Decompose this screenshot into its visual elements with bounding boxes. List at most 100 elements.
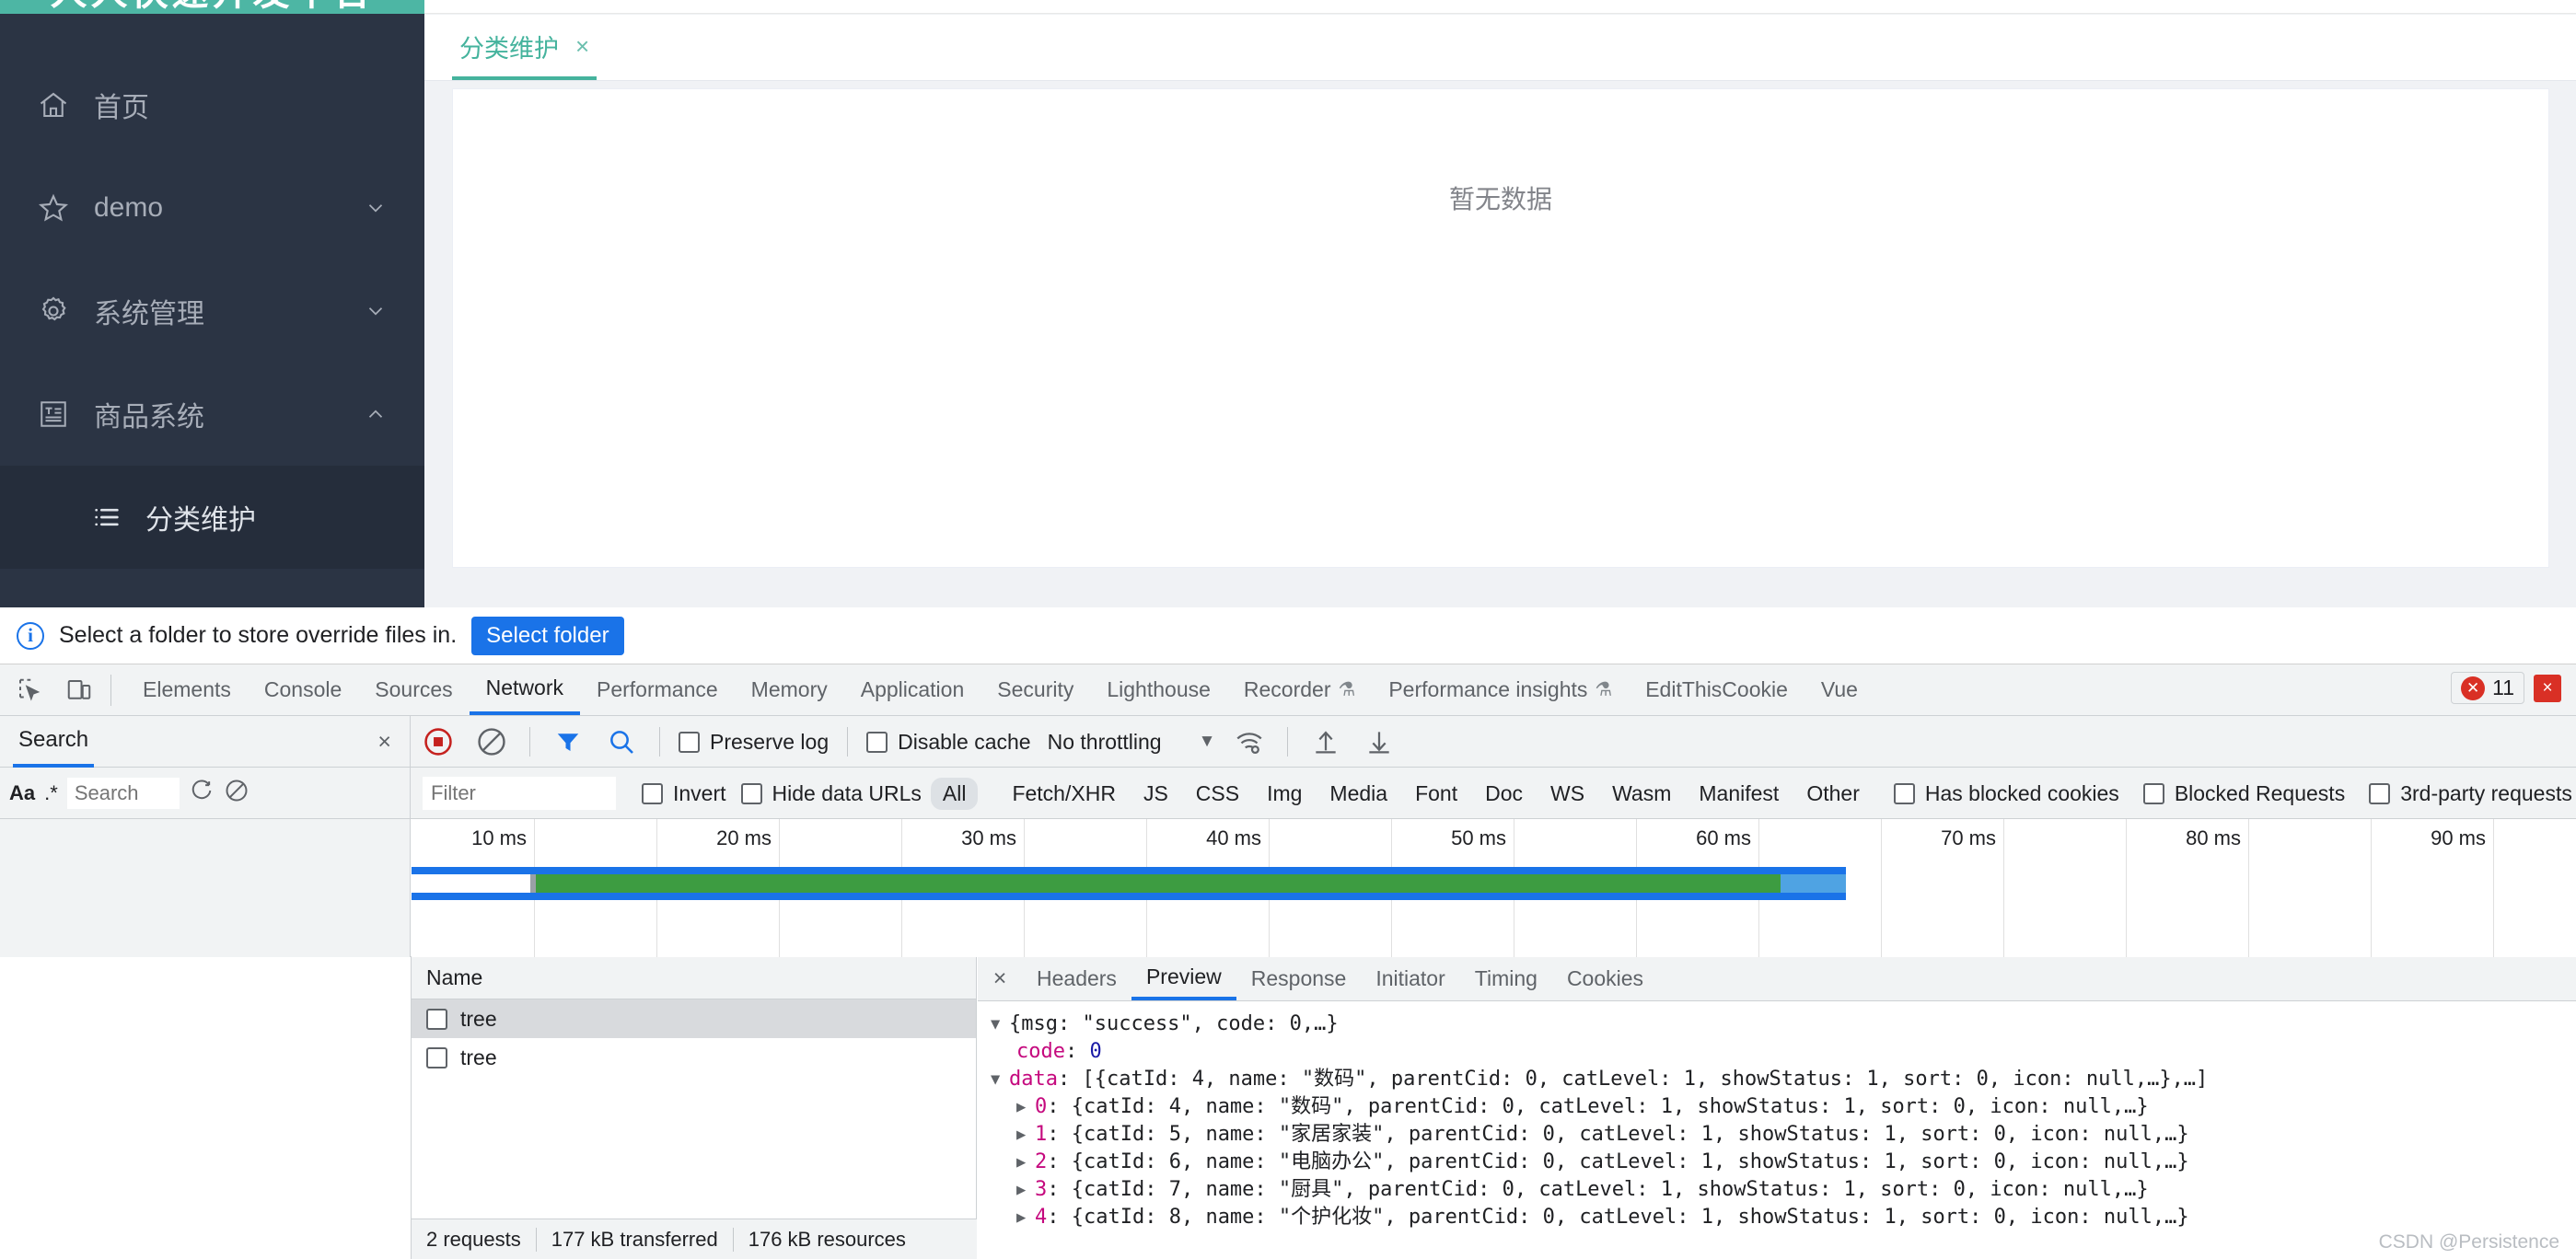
tab-memory[interactable]: Memory [735,664,844,715]
triangle-collapsed-icon[interactable]: ▶ [1016,1176,1035,1204]
tab-recorder[interactable]: Recorder ⚗ [1227,664,1372,715]
json-row-code[interactable]: code : 0 [991,1038,2576,1066]
json-row-item[interactable]: ▶ 4 : {catId: 8, name: "个护化妆", parentCid… [991,1204,2576,1231]
tab-timing[interactable]: Timing [1460,957,1552,1000]
sidebar-item-category-maintenance[interactable]: 分类维护 [0,466,424,569]
tab-console[interactable]: Console [248,664,358,715]
tab-sources[interactable]: Sources [358,664,469,715]
triangle-expanded-icon[interactable]: ▼ [991,1011,1009,1038]
tab-performance-insights[interactable]: Performance insights ⚗ [1372,664,1629,715]
chevron-up-icon [364,402,388,426]
triangle-collapsed-icon[interactable]: ▶ [1016,1204,1035,1231]
tab-category-maintenance[interactable]: 分类维护 × [452,16,598,80]
close-icon[interactable]: × [978,957,1022,1000]
tab-label: Security [997,677,1074,701]
disable-cache-checkbox[interactable]: Disable cache [866,730,1031,755]
filter-type-all[interactable]: All [930,777,979,810]
error-count-badge[interactable]: ✕ 11 [2451,672,2524,704]
tab-cookies[interactable]: Cookies [1552,957,1658,1000]
import-har-icon[interactable] [1305,721,1347,763]
export-har-icon[interactable] [1358,721,1400,763]
json-row-item[interactable]: ▶ 1 : {catId: 5, name: "家居家装", parentCid… [991,1121,2576,1149]
json-row-item[interactable]: ▶ 2 : {catId: 6, name: "电脑办公", parentCid… [991,1149,2576,1176]
tab-elements[interactable]: Elements [126,664,248,715]
tab-label: Performance insights [1388,677,1588,701]
inspect-element-icon[interactable] [9,670,50,710]
watermark: CSDN @Persistence [2378,1231,2559,1253]
tab-response[interactable]: Response [1236,957,1362,1000]
json-key: data [1009,1068,1058,1091]
table-row[interactable]: tree [412,1038,976,1077]
invert-checkbox[interactable]: Invert [642,781,726,806]
tab-application[interactable]: Application [844,664,981,715]
has-blocked-cookies-checkbox[interactable]: Has blocked cookies [1893,781,2119,806]
filter-type-font[interactable]: Font [1403,778,1469,810]
clear-icon[interactable] [224,778,249,809]
filter-type-img[interactable]: Img [1255,778,1314,810]
filter-type-ws[interactable]: WS [1538,778,1596,810]
sidebar-item-home[interactable]: 首页 [0,53,424,156]
match-case-icon[interactable]: Aa [9,781,35,805]
filter-type-wasm[interactable]: Wasm [1600,778,1683,810]
throttling-select[interactable]: No throttling ▼ [1048,730,1216,755]
record-icon[interactable] [417,721,459,763]
table-row[interactable]: tree [412,999,976,1038]
json-colon: : [1047,1206,1072,1229]
triangle-collapsed-icon[interactable]: ▶ [1016,1093,1035,1121]
tab-headers[interactable]: Headers [1022,957,1131,1000]
select-folder-button[interactable]: Select folder [471,616,624,655]
json-row-data[interactable]: ▼ data : [{catId: 4, name: "数码", parentC… [991,1066,2576,1093]
request-column-header[interactable]: Name [412,957,976,999]
close-icon[interactable]: × [2534,674,2561,702]
search-input[interactable] [66,778,180,809]
close-icon[interactable]: × [575,32,589,61]
filter-type-doc[interactable]: Doc [1473,778,1535,810]
network-filter-bar: Invert Hide data URLs All Fetch/XHR JS C… [412,768,2576,819]
tab-preview[interactable]: Preview [1131,957,1236,1000]
tab-vue[interactable]: Vue [1804,664,1874,715]
tab-editthiscookie[interactable]: EditThisCookie [1629,664,1804,715]
filter-type-other[interactable]: Other [1794,778,1872,810]
filter-type-css[interactable]: CSS [1184,778,1251,810]
filter-input[interactable] [423,777,616,810]
search-icon[interactable] [600,721,643,763]
tab-lighthouse[interactable]: Lighthouse [1090,664,1227,715]
refresh-icon[interactable] [189,778,215,809]
tab-network[interactable]: Network [469,664,580,715]
beaker-icon: ⚗ [1338,679,1356,700]
blocked-requests-checkbox[interactable]: Blocked Requests [2142,781,2345,806]
filter-type-manifest[interactable]: Manifest [1687,778,1791,810]
triangle-collapsed-icon[interactable]: ▶ [1016,1121,1035,1149]
json-row-item[interactable]: ▶ 0 : {catId: 4, name: "数码", parentCid: … [991,1093,2576,1121]
network-conditions-icon[interactable] [1228,721,1271,763]
regex-icon[interactable]: .* [44,781,58,805]
filter-type-fetch-xhr[interactable]: Fetch/XHR [1000,778,1127,810]
triangle-expanded-icon[interactable]: ▼ [991,1066,1009,1093]
json-key: code [1016,1040,1065,1063]
tab-security[interactable]: Security [981,664,1090,715]
filter-icon[interactable] [547,721,589,763]
third-party-requests-checkbox[interactable]: 3rd-party requests [2369,781,2572,806]
sidebar-item-demo[interactable]: demo [0,156,424,260]
hide-data-urls-checkbox[interactable]: Hide data URLs [740,781,922,806]
tab-performance[interactable]: Performance [580,664,735,715]
preserve-log-checkbox[interactable]: Preserve log [679,730,829,755]
json-index: 0 [1035,1095,1048,1118]
json-root-row[interactable]: ▼ {msg: "success", code: 0,…} [991,1011,2576,1038]
json-preview-tree: ▼ {msg: "success", code: 0,…} code : 0 ▼… [978,1001,2576,1259]
sidebar-item-system-management[interactable]: 系统管理 [0,260,424,363]
clear-icon[interactable] [470,721,513,763]
json-row-item[interactable]: ▶ 3 : {catId: 7, name: "厨具", parentCid: … [991,1176,2576,1204]
device-toolbar-icon[interactable] [59,670,99,710]
overview-timeline[interactable]: 10 ms 20 ms 30 ms 40 ms 50 ms 60 ms 70 m… [412,819,2576,957]
triangle-collapsed-icon[interactable]: ▶ [1016,1149,1035,1176]
error-count: 11 [2492,676,2514,699]
filter-type-media[interactable]: Media [1317,778,1399,810]
close-icon[interactable]: × [377,729,391,756]
sidebar-item-product-system[interactable]: 商品系统 [0,363,424,466]
checkbox-box [642,782,663,804]
filter-type-js[interactable]: JS [1131,778,1180,810]
overview-segment-download [536,874,1781,893]
tab-initiator[interactable]: Initiator [1361,957,1459,1000]
json-value: {catId: 5, name: "家居家装", parentCid: 0, c… [1071,1123,2189,1146]
